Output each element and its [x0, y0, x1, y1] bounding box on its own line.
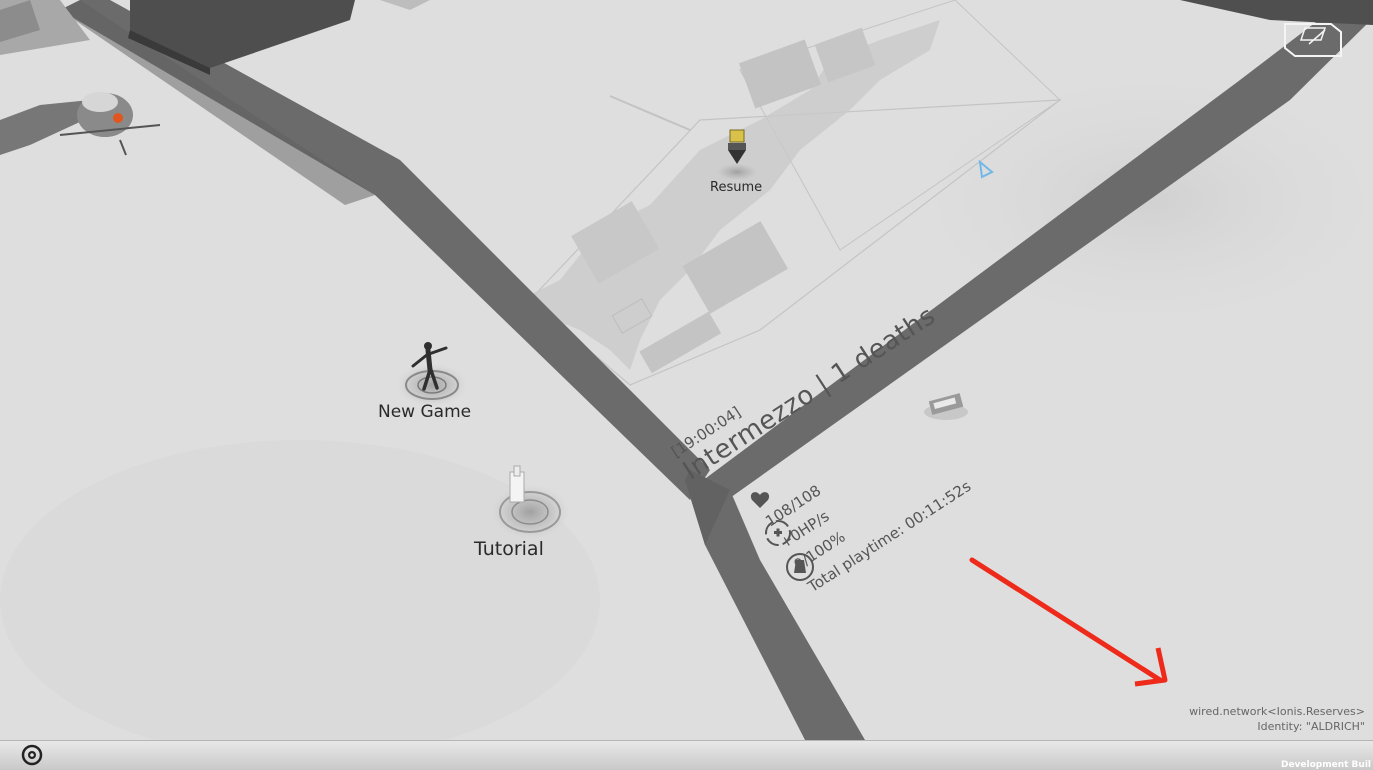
- resume-label[interactable]: Resume: [710, 180, 762, 195]
- bottom-bar: Development Buil: [0, 740, 1373, 770]
- new-game-label[interactable]: New Game: [378, 402, 471, 422]
- identity-label: Identity: "ALDRICH": [1257, 720, 1365, 733]
- window-restore-icon[interactable]: [1279, 20, 1347, 60]
- network-info: wired.network<Ionis.Reserves> Identity: …: [1189, 704, 1365, 734]
- game-logo-icon[interactable]: [19, 744, 45, 766]
- game-world: [0, 0, 1373, 769]
- network-name: wired.network<Ionis.Reserves>: [1189, 705, 1365, 718]
- tutorial-label[interactable]: Tutorial: [474, 538, 544, 560]
